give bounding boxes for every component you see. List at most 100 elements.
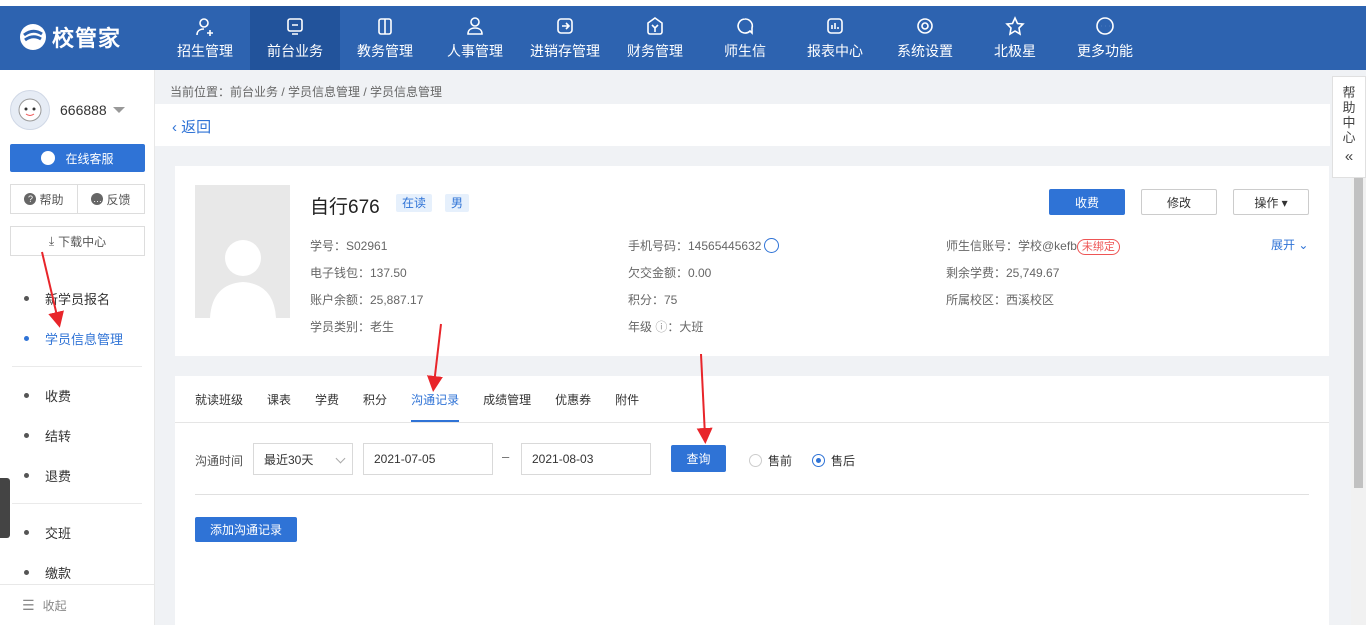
tab-4[interactable]: 沟通记录 [411,390,460,422]
help-center-tab[interactable]: 帮 助 中 心 « [1332,76,1366,178]
start-date-input[interactable]: 2021-07-05 [363,443,493,475]
scrollbar[interactable] [1351,178,1366,625]
divider [12,366,142,367]
tab-divider [175,422,1329,423]
info-icon[interactable]: ⓘ [655,320,667,334]
chevron-down-icon [112,107,125,113]
sidebar-item-charge[interactable]: 收费 [0,375,154,415]
nav-label: 北极星 [994,43,1036,59]
star-icon [1004,15,1026,37]
student-photo [195,185,290,318]
sidebar-item-new-enroll[interactable]: 新学员报名 [0,278,154,318]
chat-bubble-icon [41,151,56,165]
download-center-button[interactable]: ⤓ 下载中心 [10,226,145,256]
expand-toggle[interactable]: 展开 ⌄ [1271,236,1308,253]
feedback-icon: … [91,193,104,205]
tab-3[interactable]: 积分 [363,390,387,422]
breadcrumb: 当前位置：前台业务 / 学员信息管理 / 学员信息管理 [170,85,443,99]
nav-item-8[interactable]: 系统设置 [880,6,970,70]
sidebar-item-label: 结转 [45,428,72,444]
edit-button[interactable]: 修改 [1141,189,1217,215]
account-balance: 账户余额：25,887.17 [310,293,424,307]
unbound-badge: 未绑定 [1076,239,1120,255]
range-select[interactable]: 最近30天 [253,443,353,475]
add-record-button[interactable]: 添加沟通记录 [195,517,297,542]
nav-label: 教务管理 [357,43,413,59]
tab-2[interactable]: 学费 [315,390,339,422]
student-category: 学员类别：老生 [310,320,395,334]
grade-label: 年级 [628,320,653,334]
back-link[interactable]: ‹ 返回 [172,116,211,137]
feedback-button[interactable]: … 反馈 [77,185,144,213]
online-service-button[interactable]: 在线客服 [10,144,145,172]
sidebar-item-label: 缴款 [45,565,72,581]
avatar-icon [18,98,42,122]
nav-label: 更多功能 [1077,43,1133,59]
date-separator: – [502,449,510,464]
person-icon [464,15,486,37]
drag-handle[interactable] [0,478,10,538]
person-placeholder-icon [209,240,276,318]
money-icon [644,15,666,37]
grade-value: ：大班 [667,320,704,334]
query-button[interactable]: 查询 [671,445,726,472]
student-number: 学号：S02961 [310,239,388,253]
range-value: 最近30天 [264,452,314,467]
online-service-label: 在线客服 [65,151,114,166]
phone-icon[interactable] [764,238,780,253]
operate-dropdown[interactable]: 操作 ▾ [1233,189,1309,215]
sidebar-item-label: 新学员报名 [45,291,111,307]
nav-label: 报表中心 [807,43,863,59]
nav-item-1[interactable]: 前台业务 [250,6,340,70]
sidebar-item-student-info[interactable]: 学员信息管理 [0,318,154,358]
bullet-icon [24,432,29,438]
sidebar-item-transfer[interactable]: 结转 [0,415,154,455]
status-badge: 在读 [396,194,433,212]
charge-button[interactable]: 收费 [1049,189,1125,215]
nav-item-4[interactable]: 进销存管理 [520,6,610,70]
user-menu[interactable]: 666888 [10,90,125,130]
end-date-input[interactable]: 2021-08-03 [521,443,651,475]
help-label: 帮助 [39,192,64,207]
scrollbar-thumb[interactable] [1354,178,1363,488]
tab-6[interactable]: 优惠券 [555,390,591,422]
help-feedback-row: ? 帮助 … 反馈 [10,184,145,214]
nav-item-2[interactable]: 教务管理 [340,6,430,70]
app-logo[interactable]: 校管家 [18,22,121,52]
radio-label: 售前 [768,454,793,468]
help-button[interactable]: ? 帮助 [11,185,77,213]
radio-after-sale[interactable]: 售后 [812,452,855,469]
chat-icon [734,15,756,37]
tab-0[interactable]: 就读班级 [195,390,243,422]
phone-field: 手机号码：14565445632 [628,237,780,254]
grade-field: 年级 ⓘ：大班 [628,318,703,335]
main-nav: 招生管理 前台业务 教务管理 人事管理 进销存管理 财务管理 师生信 报表中心 系统设置 北极星 更… [160,6,1150,70]
help-center-char: 中 [1342,115,1356,130]
username: 666888 [60,102,107,118]
nav-item-10[interactable]: 更多功能 [1060,6,1150,70]
nav-item-9[interactable]: 北极星 [970,6,1060,70]
nav-item-7[interactable]: 报表中心 [790,6,880,70]
bullet-icon [24,335,29,341]
collapse-icon: ☰ [22,596,35,613]
nav-label: 招生管理 [177,43,233,59]
nav-item-0[interactable]: 招生管理 [160,6,250,70]
nav-item-5[interactable]: 财务管理 [610,6,700,70]
sidebar-item-refund[interactable]: 退费 [0,455,154,495]
sidebar-item-handover[interactable]: 交班 [0,512,154,552]
points-value: 积分：75 [628,293,678,307]
radio-label: 售后 [831,454,856,468]
sidebar: 666888 在线客服 ? 帮助 … 反馈 ⤓ 下载中心 新学员报名 学员信息管理 … [0,70,155,625]
tab-7[interactable]: 附件 [615,390,639,422]
radio-pre-sale[interactable]: 售前 [749,452,792,469]
nav-item-3[interactable]: 人事管理 [430,6,520,70]
account-field: 师生信账号：学校@kefb 未绑定 [946,237,1120,255]
nav-item-6[interactable]: 师生信 [700,6,790,70]
more-icon [1094,15,1116,37]
tab-1[interactable]: 课表 [267,390,291,422]
collapse-button[interactable]: ☰ 收起 [0,584,154,625]
campus-value: 所属校区：西溪校区 [946,293,1055,307]
settings-icon [914,15,936,37]
bullet-icon [24,529,29,535]
tab-5[interactable]: 成绩管理 [483,390,531,422]
